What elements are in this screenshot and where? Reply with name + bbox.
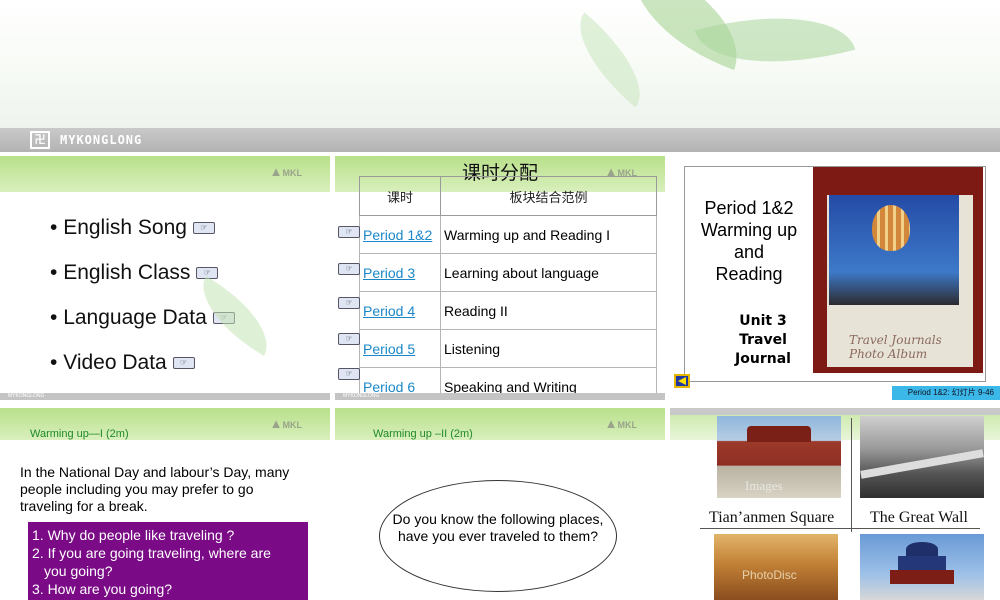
slide-footer-bar: MYKONGLONG <box>335 393 665 400</box>
slide-footer-bar: MYKONGLONG <box>0 393 330 400</box>
slide-thumbnail-5[interactable]: ▲MKL Warming up –II (2m) Do you know the… <box>335 408 665 600</box>
question-item: 3. How are you going? <box>32 581 173 597</box>
watermark-text: PhotoDisc <box>742 568 797 582</box>
watermark-text: Images <box>745 478 783 493</box>
column-header: 课时 <box>359 176 441 216</box>
question-text: Do you know the following places, have y… <box>392 511 604 544</box>
slide-title: Warming up –II (2m) <box>373 428 473 440</box>
hand-pointer-icon[interactable]: ☞ <box>338 368 360 380</box>
hand-pointer-icon[interactable]: ☞ <box>172 357 195 370</box>
leaf-decoration <box>694 0 856 89</box>
slide-thumbnail-3[interactable]: Period 1&2 Warming up and Reading Unit 3… <box>670 156 1000 400</box>
balloon-photo <box>829 195 959 305</box>
hand-pointer-icon[interactable]: ☞ <box>338 297 360 309</box>
slide-info-label: Period 1&2: 幻灯片 9-46 <box>892 386 1000 400</box>
tiananmen-photo: Images <box>717 416 841 498</box>
hand-pointer-icon[interactable]: ☞ <box>338 263 360 275</box>
list-item[interactable]: • Video Data ☞ <box>50 347 235 392</box>
question-item: 1. Why do people like traveling ? <box>32 527 235 543</box>
place-caption: The Great Wall <box>870 509 968 526</box>
question-box: 1. Why do people like traveling ? 2. If … <box>28 522 308 600</box>
period-link[interactable]: Period 3 <box>363 265 415 281</box>
mkl-logo: ▲MKL <box>269 416 302 431</box>
album-caption: Travel Journals Photo Album <box>849 333 942 361</box>
play-button[interactable] <box>674 374 690 388</box>
question-item: 2. If you are going traveling, where are <box>32 545 271 561</box>
question-ellipse: Do you know the following places, have y… <box>379 480 617 592</box>
schedule-table: 课时 板块结合范例 Period 1&2 Warming up and Read… <box>359 176 657 400</box>
table-row: Period 5 Listening <box>359 329 657 368</box>
place-caption: Tian’anmen Square <box>709 509 835 526</box>
table-cell: Listening <box>440 329 657 368</box>
divider <box>851 418 852 532</box>
table-cell: Warming up and Reading I <box>440 215 657 254</box>
period-link[interactable]: Period 5 <box>363 341 415 357</box>
intro-paragraph: In the National Day and labour’s Day, ma… <box>20 464 290 514</box>
photo-album-image: Travel Journals Photo Album <box>813 167 983 373</box>
list-item[interactable]: • Language Data ☞ <box>50 302 235 347</box>
forbidden-city-photo: PhotoDisc <box>714 534 838 600</box>
column-header: 板块结合范例 <box>440 176 657 216</box>
table-header-row: 课时 板块结合范例 <box>359 176 657 216</box>
hand-pointer-icon[interactable]: ☞ <box>338 333 360 345</box>
balloon-icon <box>872 205 910 251</box>
leaf-decoration <box>558 12 662 108</box>
great-wall-photo <box>860 416 984 498</box>
slide-title: Period 1&2 Warming up and Reading <box>700 198 798 284</box>
slide-thumbnail-4[interactable]: ▲MKL Warming up—I (2m) In the National D… <box>0 408 330 600</box>
table-row: Period 1&2 Warming up and Reading I <box>359 215 657 254</box>
slide-thumbnail-1[interactable]: ▲MKL • English Song ☞ • English Class ☞ … <box>0 156 330 400</box>
period-link[interactable]: Period 1&2 <box>363 227 432 243</box>
top-banner <box>0 0 1000 128</box>
question-item: you going? <box>44 563 113 579</box>
app-header-bar: 卍 MYKONGLONG <box>0 128 1000 152</box>
table-row: Period 3 Learning about language <box>359 253 657 292</box>
mkl-logo: ▲MKL <box>604 416 637 431</box>
hand-pointer-icon[interactable]: ☞ <box>192 222 215 235</box>
mkl-logo: ▲MKL <box>269 164 302 179</box>
list-item[interactable]: • English Song ☞ <box>50 212 235 257</box>
hand-pointer-icon[interactable]: ☞ <box>338 226 360 238</box>
table-cell: Learning about language <box>440 253 657 292</box>
table-cell: Reading II <box>440 291 657 330</box>
table-row: Period 4 Reading II <box>359 291 657 330</box>
logo-text: MYKONGLONG <box>60 133 143 147</box>
divider <box>700 528 980 529</box>
logo-icon: 卍 <box>30 131 50 149</box>
title-card: Period 1&2 Warming up and Reading Unit 3… <box>684 166 986 382</box>
temple-of-heaven-photo <box>860 534 984 600</box>
slide-thumbnail-2[interactable]: ▲MKL 课时分配 课时 板块结合范例 Period 1&2 Warming u… <box>335 156 665 400</box>
period-link[interactable]: Period 4 <box>363 303 415 319</box>
slide-title: Warming up—I (2m) <box>30 428 129 440</box>
